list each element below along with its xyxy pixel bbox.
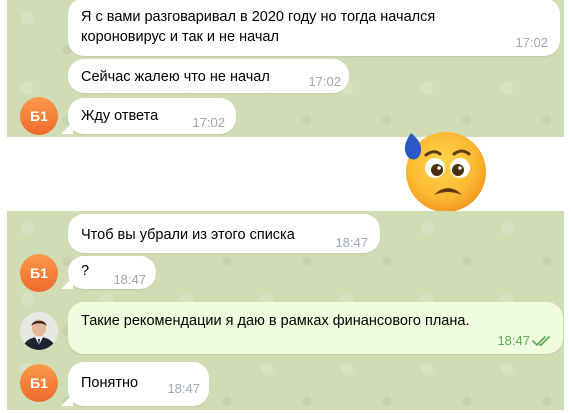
avatar[interactable]: Б1 <box>20 254 58 292</box>
message-text: Жду ответа <box>81 108 159 124</box>
message-time: 18:47 <box>497 333 530 348</box>
message-bubble-outgoing[interactable]: Такие рекомендации я даю в рамках финанс… <box>68 302 563 354</box>
message-bubble[interactable]: Чтоб вы убрали из этого списка 18:47 <box>68 214 380 253</box>
message-text: Понятно <box>81 375 139 391</box>
anxious-face-with-sweat-emoji <box>404 132 486 212</box>
person-portrait-icon <box>20 312 58 350</box>
avatar[interactable]: Б1 <box>20 364 58 402</box>
message-time: 18:47 <box>335 235 368 250</box>
avatar[interactable]: Б1 <box>20 97 58 135</box>
message-text-line1: Я с вами разговаривал в 2020 году но тог… <box>81 9 436 25</box>
message-text: Сейчас жалею что не начал <box>81 69 270 85</box>
chat-panel-top: Я с вами разговаривал в 2020 году но тог… <box>7 0 564 137</box>
message-text-line2: короновирус и так и не начал <box>81 29 279 45</box>
double-check-icon <box>532 336 550 346</box>
message-text: Такие рекомендации я даю в рамках финанс… <box>81 313 470 329</box>
message-time: 17:02 <box>192 115 225 130</box>
message-time: 17:02 <box>308 74 341 89</box>
message-time: 18:47 <box>113 272 146 287</box>
message-bubble[interactable]: Сейчас жалею что не начал 17:02 <box>68 59 349 93</box>
chat-panel-bottom: Чтоб вы убрали из этого списка 18:47 ? 1… <box>7 211 564 410</box>
message-text: Чтоб вы убрали из этого списка <box>81 227 295 243</box>
message-bubble[interactable]: Жду ответа 17:02 <box>68 98 236 134</box>
message-time: 18:47 <box>167 381 200 396</box>
message-bubble[interactable]: Понятно 18:47 <box>68 362 209 406</box>
avatar-initials: Б1 <box>30 108 48 124</box>
avatar-photo[interactable] <box>20 312 58 350</box>
avatar-initials: Б1 <box>30 265 48 281</box>
message-time: 17:02 <box>515 35 548 50</box>
avatar-initials: Б1 <box>30 375 48 391</box>
message-bubble[interactable]: Я с вами разговаривал в 2020 году но тог… <box>68 0 560 56</box>
message-text: ? <box>81 263 90 279</box>
message-bubble[interactable]: ? 18:47 <box>68 256 156 289</box>
